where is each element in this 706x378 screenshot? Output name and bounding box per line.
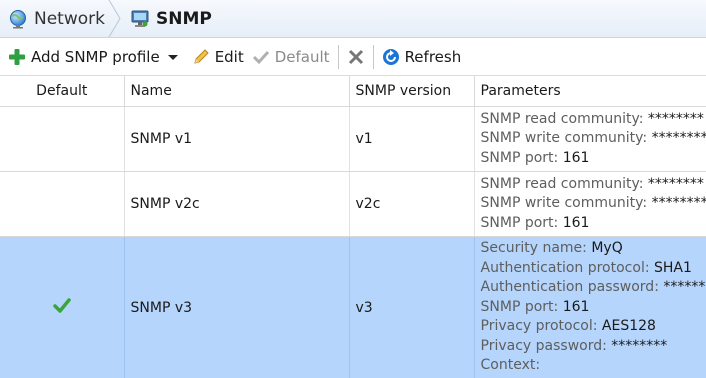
default-cell: [0, 106, 125, 172]
param-line: Authentication password: ********: [481, 278, 706, 298]
refresh-label: Refresh: [404, 47, 462, 66]
param-line: SNMP write community: ********: [481, 194, 706, 214]
column-header-snmp-version[interactable]: SNMP version: [349, 76, 475, 107]
param-value: ********: [611, 337, 668, 354]
breadcrumb-snmp: SNMP: [122, 0, 212, 37]
refresh-button[interactable]: Refresh: [378, 42, 466, 72]
plus-icon: [9, 48, 25, 65]
param-key: SNMP port:: [480, 214, 559, 231]
name-cell: SNMP v2c: [124, 171, 350, 237]
param-key: Authentication protocol:: [480, 259, 650, 276]
name-cell: SNMP v3: [124, 236, 350, 378]
param-key: Security name:: [480, 240, 587, 257]
edit-button[interactable]: Edit: [188, 42, 248, 72]
param-key: Context:: [480, 357, 541, 374]
param-key: Privacy protocol:: [480, 318, 598, 335]
breadcrumb: Network SNMP: [0, 0, 706, 38]
close-icon: [348, 49, 363, 64]
delete-button[interactable]: [343, 42, 369, 72]
parameters-cell: Security name: MyQ Authentication protoc…: [474, 236, 706, 378]
param-value: AES128: [601, 318, 656, 335]
column-header-parameters[interactable]: Parameters: [474, 76, 706, 107]
check-icon: [252, 50, 269, 64]
table-row[interactable]: SNMP v2c v2c SNMP read community: ******…: [0, 171, 706, 237]
param-value: ********: [651, 195, 706, 212]
refresh-icon: [382, 48, 399, 65]
toolbar-separator: [337, 44, 339, 69]
version-cell: v2c: [349, 171, 475, 237]
param-value: ********: [647, 110, 704, 127]
table-row-selected[interactable]: SNMP v3 v3 Security name: MyQ Authentica…: [0, 236, 706, 378]
page-title: SNMP: [156, 8, 212, 29]
param-value: 161: [562, 298, 590, 315]
toolbar-separator: [372, 44, 374, 69]
param-line: Security name: MyQ: [481, 239, 706, 259]
pencil-icon: [194, 48, 209, 64]
param-line: Privacy password: ********: [481, 337, 706, 357]
param-value: SHA1: [654, 259, 692, 276]
param-key: SNMP write community:: [480, 130, 648, 147]
param-key: Privacy password:: [480, 337, 607, 354]
param-line: SNMP port: 161: [481, 214, 706, 234]
default-cell: [0, 236, 125, 378]
param-line: SNMP read community: ********: [481, 110, 706, 130]
default-cell: [0, 171, 125, 237]
param-value: ********: [651, 130, 706, 147]
add-snmp-profile-label: Add SNMP profile: [31, 47, 160, 66]
parameters-cell: SNMP read community: ******** SNMP write…: [474, 171, 706, 237]
param-value: MyQ: [591, 240, 623, 257]
param-line: SNMP port: 161: [481, 298, 706, 318]
default-label: Default: [274, 47, 330, 66]
param-value: 161: [562, 149, 590, 166]
param-key: SNMP port:: [480, 149, 559, 166]
param-line: Context:: [481, 356, 706, 376]
edit-label: Edit: [214, 47, 244, 66]
param-line: SNMP port: 161: [481, 149, 706, 169]
breadcrumb-separator-icon: [108, 0, 121, 37]
default-button[interactable]: Default: [248, 42, 334, 72]
column-header-default[interactable]: Default: [0, 76, 125, 107]
param-value: 161: [562, 214, 590, 231]
default-check-icon: [53, 297, 71, 313]
param-key: SNMP read community:: [480, 175, 644, 192]
param-line: Authentication protocol: SHA1: [481, 259, 706, 279]
globe-icon: [10, 9, 26, 28]
add-snmp-profile-button[interactable]: Add SNMP profile: [4, 42, 184, 72]
breadcrumb-network[interactable]: Network: [0, 0, 108, 37]
table-header-row: Default Name SNMP version Parameters: [0, 76, 706, 107]
param-value: ********: [663, 279, 706, 296]
toolbar: Add SNMP profile Edit Default Refresh: [0, 38, 706, 76]
param-line: SNMP write community: ********: [481, 129, 706, 149]
caret-down-icon[interactable]: [166, 50, 180, 64]
version-cell: v3: [349, 236, 475, 378]
version-cell: v1: [349, 106, 475, 172]
monitor-icon: [131, 10, 149, 27]
breadcrumb-network-label: Network: [34, 8, 105, 29]
parameters-cell: SNMP read community: ******** SNMP write…: [474, 106, 706, 172]
snmp-profiles-table: Default Name SNMP version Parameters SNM…: [0, 76, 706, 378]
param-value: ********: [647, 175, 704, 192]
param-line: Privacy protocol: AES128: [481, 317, 706, 337]
param-key: SNMP write community:: [480, 195, 648, 212]
param-key: SNMP port:: [480, 298, 559, 315]
param-key: Authentication password:: [480, 279, 659, 296]
param-key: SNMP read community:: [480, 110, 644, 127]
param-line: SNMP read community: ********: [481, 175, 706, 195]
name-cell: SNMP v1: [124, 106, 350, 172]
column-header-name[interactable]: Name: [124, 76, 350, 107]
table-row[interactable]: SNMP v1 v1 SNMP read community: ********…: [0, 106, 706, 172]
